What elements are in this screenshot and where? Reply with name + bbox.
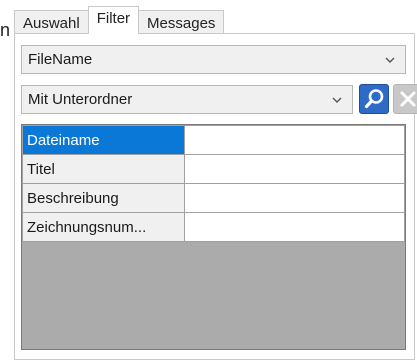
search-button[interactable] xyxy=(359,84,389,114)
property-value-input[interactable] xyxy=(183,154,406,184)
tab-auswahl[interactable]: Auswahl xyxy=(14,10,89,34)
search-icon xyxy=(364,89,384,109)
scope-select[interactable]: Mit Unterordner xyxy=(21,85,353,114)
property-name[interactable]: Beschreibung xyxy=(22,183,185,213)
property-value-input[interactable] xyxy=(183,212,406,242)
tab-messages[interactable]: Messages xyxy=(138,10,225,34)
filter-panel: FileName Mit Unterordner Dateiname Titel… xyxy=(14,33,417,360)
field-select[interactable]: FileName xyxy=(21,45,406,74)
clear-button[interactable] xyxy=(393,84,417,114)
tab-filter[interactable]: Filter xyxy=(87,6,140,34)
property-table: Dateiname Titel Beschreibung Zeichnungsn… xyxy=(22,125,406,242)
table-row[interactable]: Beschreibung xyxy=(22,183,406,213)
chevron-down-icon xyxy=(385,57,395,63)
filter-window: n Auswahl Filter Messages FileName Mit U… xyxy=(0,0,417,363)
field-select-value: FileName xyxy=(28,51,93,68)
table-row[interactable]: Dateiname xyxy=(22,125,406,155)
close-icon xyxy=(400,91,416,107)
property-value-input[interactable] xyxy=(183,125,406,155)
scope-select-value: Mit Unterordner xyxy=(28,91,133,108)
property-name[interactable]: Zeichnungsnum... xyxy=(22,212,185,242)
table-row[interactable]: Zeichnungsnum... xyxy=(22,212,406,242)
table-row[interactable]: Titel xyxy=(22,154,406,184)
property-name[interactable]: Titel xyxy=(22,154,185,184)
clipped-text-fragment: n xyxy=(0,20,11,40)
property-value-input[interactable] xyxy=(183,183,406,213)
property-name[interactable]: Dateiname xyxy=(22,125,185,155)
tab-bar: Auswahl Filter Messages xyxy=(14,6,225,34)
chevron-down-icon xyxy=(332,97,342,103)
property-grid: Dateiname Titel Beschreibung Zeichnungsn… xyxy=(21,124,406,350)
